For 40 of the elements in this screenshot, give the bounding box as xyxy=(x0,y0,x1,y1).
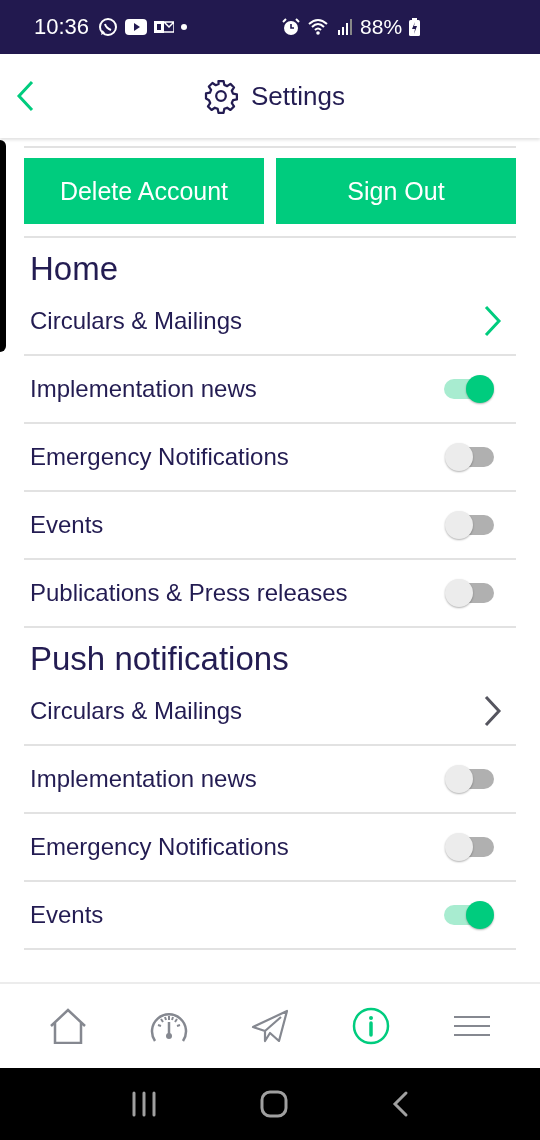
setting-label: Emergency Notifications xyxy=(30,443,290,471)
setting-label: Circulars & Mailings xyxy=(30,307,244,335)
toggle-switch[interactable] xyxy=(444,763,496,795)
back-icon[interactable] xyxy=(390,1090,409,1118)
toggle-switch[interactable] xyxy=(444,899,496,931)
chevron-right-icon[interactable] xyxy=(484,695,502,727)
setting-label: Implementation news xyxy=(30,375,258,403)
battery-percentage: 88% xyxy=(360,15,403,39)
alarm-icon xyxy=(281,17,302,37)
toggle-switch[interactable] xyxy=(444,441,496,473)
chat-app-icon xyxy=(98,17,119,37)
back-button[interactable] xyxy=(16,80,34,112)
home-icon[interactable] xyxy=(49,1008,88,1044)
setting-label: Publications & Press releases xyxy=(30,579,349,607)
recent-apps-icon[interactable] xyxy=(131,1091,158,1117)
setting-label: Events xyxy=(30,901,105,929)
notification-dot-icon xyxy=(181,24,188,30)
toggle-switch[interactable] xyxy=(444,509,496,541)
account-button[interactable]: Sign Out xyxy=(276,158,516,224)
menu-icon[interactable] xyxy=(452,1015,491,1037)
back-chevron-icon xyxy=(16,80,34,112)
video-app-icon xyxy=(125,19,148,35)
setting-label: Events xyxy=(30,511,105,539)
account-button[interactable]: Delete Account xyxy=(24,158,264,224)
mail-app-icon xyxy=(154,19,175,35)
section-heading: Push notifications xyxy=(29,639,290,678)
signal-icon xyxy=(337,19,354,35)
status-time: 10:36 xyxy=(34,14,90,40)
toggle-switch[interactable] xyxy=(444,831,496,863)
toggle-switch[interactable] xyxy=(444,577,496,609)
setting-label: Circulars & Mailings xyxy=(30,697,244,725)
section-heading: Home xyxy=(29,249,120,288)
battery-charging-icon xyxy=(409,18,421,36)
paper-plane-icon[interactable] xyxy=(251,1009,289,1043)
toggle-switch[interactable] xyxy=(444,373,496,405)
screen-title: Settings xyxy=(251,80,345,112)
info-icon[interactable] xyxy=(351,1007,390,1045)
setting-label: Implementation news xyxy=(30,765,258,793)
settings-icon xyxy=(203,78,239,114)
setting-label: Emergency Notifications xyxy=(30,833,290,861)
